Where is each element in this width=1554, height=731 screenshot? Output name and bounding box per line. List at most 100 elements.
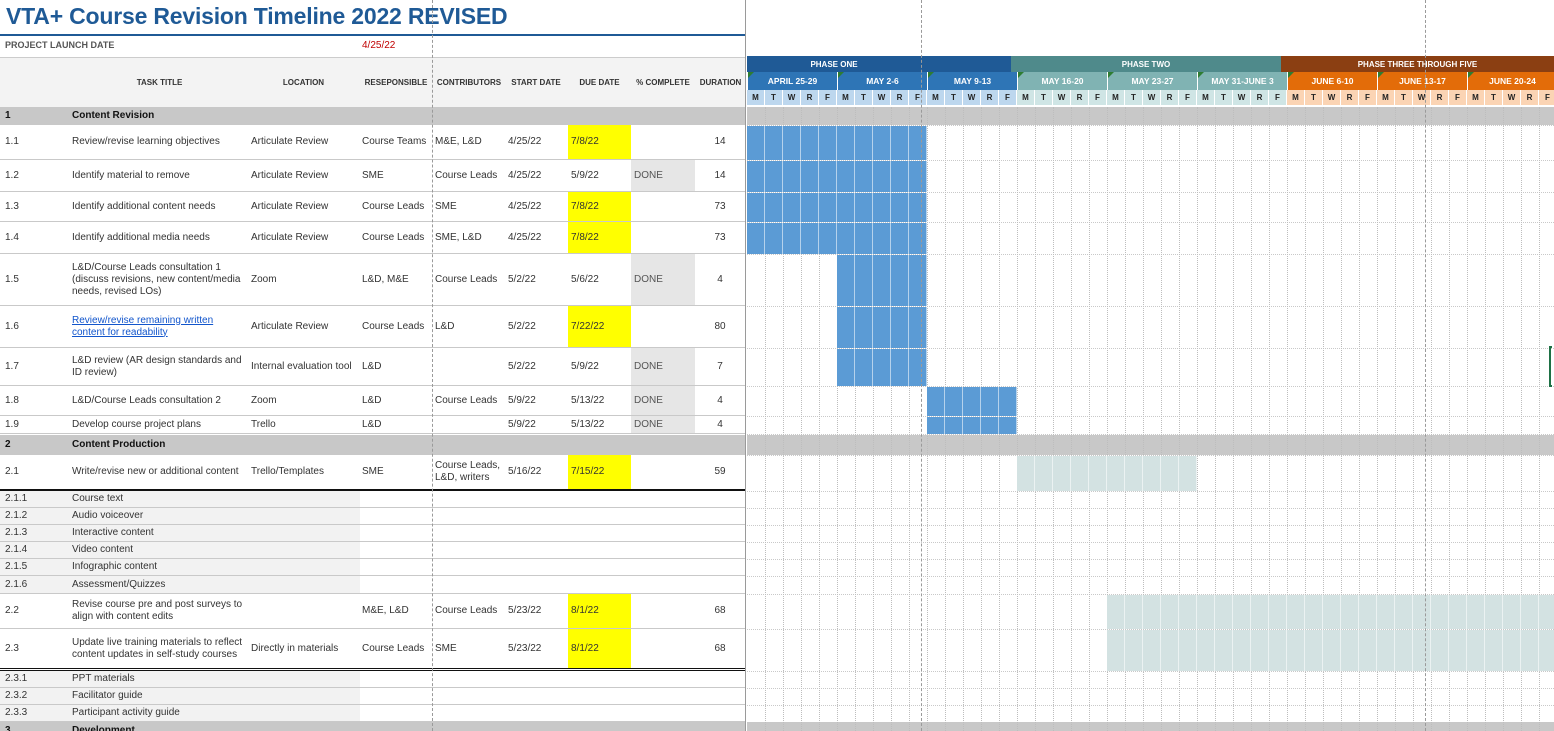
week-label[interactable]: MAY 31-JUNE 3 bbox=[1197, 72, 1287, 90]
week-label[interactable]: MAY 9-13 bbox=[927, 72, 1017, 90]
day-label[interactable]: M bbox=[1197, 90, 1215, 105]
day-label[interactable]: T bbox=[1305, 90, 1323, 105]
task-responsible[interactable]: M&E, L&D bbox=[362, 594, 432, 628]
task-number[interactable]: 1.4 bbox=[5, 222, 67, 253]
task-contributors[interactable]: Course Leads bbox=[435, 594, 505, 628]
day-label[interactable]: T bbox=[1395, 90, 1413, 105]
week-label[interactable]: JUNE 6-10 bbox=[1287, 72, 1377, 90]
day-label[interactable]: W bbox=[1413, 90, 1431, 105]
task-number[interactable]: 1.1 bbox=[5, 125, 67, 159]
day-label[interactable]: W bbox=[963, 90, 981, 105]
task-percent-complete[interactable]: DONE bbox=[631, 254, 695, 305]
phase-label[interactable]: PHASE ONE bbox=[747, 56, 921, 72]
task-row[interactable]: 1.2 Identify material to remove Articulate… bbox=[0, 160, 745, 192]
task-row[interactable]: 2.3 Update live training materials to ref… bbox=[0, 629, 745, 671]
gantt-task-bar[interactable] bbox=[747, 161, 927, 192]
task-title[interactable]: Infographic content bbox=[72, 559, 247, 575]
day-label[interactable]: M bbox=[1467, 90, 1485, 105]
header-contributors[interactable]: CONTRIBUTORS bbox=[434, 58, 504, 108]
day-label[interactable]: F bbox=[909, 90, 927, 105]
task-number[interactable]: 1.5 bbox=[5, 254, 67, 305]
task-title[interactable]: PPT materials bbox=[72, 671, 247, 687]
task-number[interactable]: 2.1.2 bbox=[5, 508, 67, 524]
task-duration[interactable]: 4 bbox=[695, 416, 745, 433]
subtask-row[interactable]: 2.3.2 Facilitator guide bbox=[0, 688, 745, 705]
task-contributors[interactable]: SME bbox=[435, 192, 505, 221]
task-duration[interactable]: 68 bbox=[695, 629, 745, 668]
task-number[interactable]: 2.1.4 bbox=[5, 542, 67, 558]
selected-cell-marker[interactable] bbox=[1549, 346, 1552, 387]
task-due-date[interactable]: 7/22/22 bbox=[568, 306, 631, 347]
task-location[interactable] bbox=[251, 594, 359, 628]
task-contributors[interactable] bbox=[435, 416, 505, 433]
task-due-date[interactable]: 7/8/22 bbox=[568, 222, 631, 253]
task-location[interactable]: Internal evaluation tool bbox=[251, 348, 359, 385]
task-start-date[interactable]: 5/23/22 bbox=[508, 594, 568, 628]
task-percent-complete[interactable]: DONE bbox=[631, 386, 695, 415]
task-start-date[interactable]: 4/25/22 bbox=[508, 160, 568, 191]
task-responsible[interactable]: SME bbox=[362, 160, 432, 191]
task-percent-complete[interactable] bbox=[631, 455, 695, 489]
task-duration[interactable]: 68 bbox=[695, 594, 745, 628]
task-row[interactable]: 1.1 Review/revise learning objectives Arti… bbox=[0, 125, 745, 160]
day-label[interactable]: F bbox=[1269, 90, 1287, 105]
day-label[interactable]: M bbox=[1287, 90, 1305, 105]
task-percent-complete[interactable]: DONE bbox=[631, 348, 695, 385]
task-number[interactable]: 2.2 bbox=[5, 594, 67, 628]
task-link[interactable]: Review/revise remaining written content … bbox=[72, 315, 247, 339]
task-row[interactable]: 1.8 L&D/Course Leads consultation 2 Zoom L&… bbox=[0, 386, 745, 416]
subtask-row[interactable]: 2.1.3 Interactive content bbox=[0, 525, 745, 542]
task-row[interactable]: 1.7 L&D review (AR design standards and I… bbox=[0, 348, 745, 386]
task-location[interactable]: Articulate Review bbox=[251, 160, 359, 191]
task-start-date[interactable]: 5/2/22 bbox=[508, 348, 568, 385]
task-contributors[interactable] bbox=[435, 348, 505, 385]
task-location[interactable]: Trello/Templates bbox=[251, 455, 359, 489]
task-due-date[interactable]: 7/8/22 bbox=[568, 125, 631, 159]
task-due-date[interactable]: 7/15/22 bbox=[568, 455, 631, 489]
task-percent-complete[interactable]: DONE bbox=[631, 160, 695, 191]
task-number[interactable]: 2.1.5 bbox=[5, 559, 67, 575]
task-location[interactable]: Articulate Review bbox=[251, 222, 359, 253]
task-due-date[interactable]: 8/1/22 bbox=[568, 629, 631, 668]
day-label[interactable]: R bbox=[1341, 90, 1359, 105]
task-responsible[interactable]: Course Leads bbox=[362, 629, 432, 668]
day-label[interactable]: W bbox=[873, 90, 891, 105]
task-row[interactable]: 1.5 L&D/Course Leads consultation 1 (disc… bbox=[0, 254, 745, 306]
task-duration[interactable]: 4 bbox=[695, 254, 745, 305]
task-title[interactable]: Content Revision bbox=[72, 107, 247, 125]
task-due-date[interactable]: 8/1/22 bbox=[568, 594, 631, 628]
gantt-task-bar[interactable] bbox=[1107, 595, 1554, 629]
task-due-date[interactable]: 5/9/22 bbox=[568, 348, 631, 385]
task-row[interactable]: 1.3 Identify additional content needs Arti… bbox=[0, 192, 745, 222]
subtask-row[interactable]: 2.3.3 Participant activity guide bbox=[0, 705, 745, 722]
day-label[interactable]: M bbox=[1107, 90, 1125, 105]
task-number[interactable]: 2 bbox=[5, 435, 67, 455]
task-start-date[interactable]: 5/23/22 bbox=[508, 629, 568, 668]
day-label[interactable]: F bbox=[1539, 90, 1554, 105]
subtask-row[interactable]: 2.1.5 Infographic content bbox=[0, 559, 745, 576]
section-row[interactable]: 1 Content Revision bbox=[0, 107, 745, 125]
day-label[interactable]: M bbox=[747, 90, 765, 105]
task-location[interactable]: Articulate Review bbox=[251, 192, 359, 221]
task-responsible[interactable]: L&D bbox=[362, 386, 432, 415]
task-location[interactable]: Zoom bbox=[251, 254, 359, 305]
day-label[interactable]: W bbox=[1143, 90, 1161, 105]
task-location[interactable]: Articulate Review bbox=[251, 125, 359, 159]
subtask-row[interactable]: 2.3.1 PPT materials bbox=[0, 671, 745, 688]
task-title[interactable]: Audio voiceover bbox=[72, 508, 247, 524]
task-due-date[interactable]: 5/13/22 bbox=[568, 416, 631, 433]
day-label[interactable]: M bbox=[1377, 90, 1395, 105]
task-title[interactable]: Identify additional content needs bbox=[72, 192, 247, 221]
task-start-date[interactable]: 5/16/22 bbox=[508, 455, 568, 489]
task-title[interactable]: Participant activity guide bbox=[72, 705, 247, 721]
task-responsible[interactable]: L&D, M&E bbox=[362, 254, 432, 305]
task-contributors[interactable]: Course Leads bbox=[435, 254, 505, 305]
phase-label[interactable]: PHASE THREE THROUGH FIVE bbox=[1281, 56, 1554, 72]
task-title[interactable]: Develop course project plans bbox=[72, 416, 247, 433]
task-number[interactable]: 1.8 bbox=[5, 386, 67, 415]
task-due-date[interactable]: 7/8/22 bbox=[568, 192, 631, 221]
section-row[interactable]: 2 Content Production bbox=[0, 435, 745, 455]
day-label[interactable]: M bbox=[837, 90, 855, 105]
task-number[interactable]: 1.6 bbox=[5, 306, 67, 347]
day-label[interactable]: F bbox=[819, 90, 837, 105]
